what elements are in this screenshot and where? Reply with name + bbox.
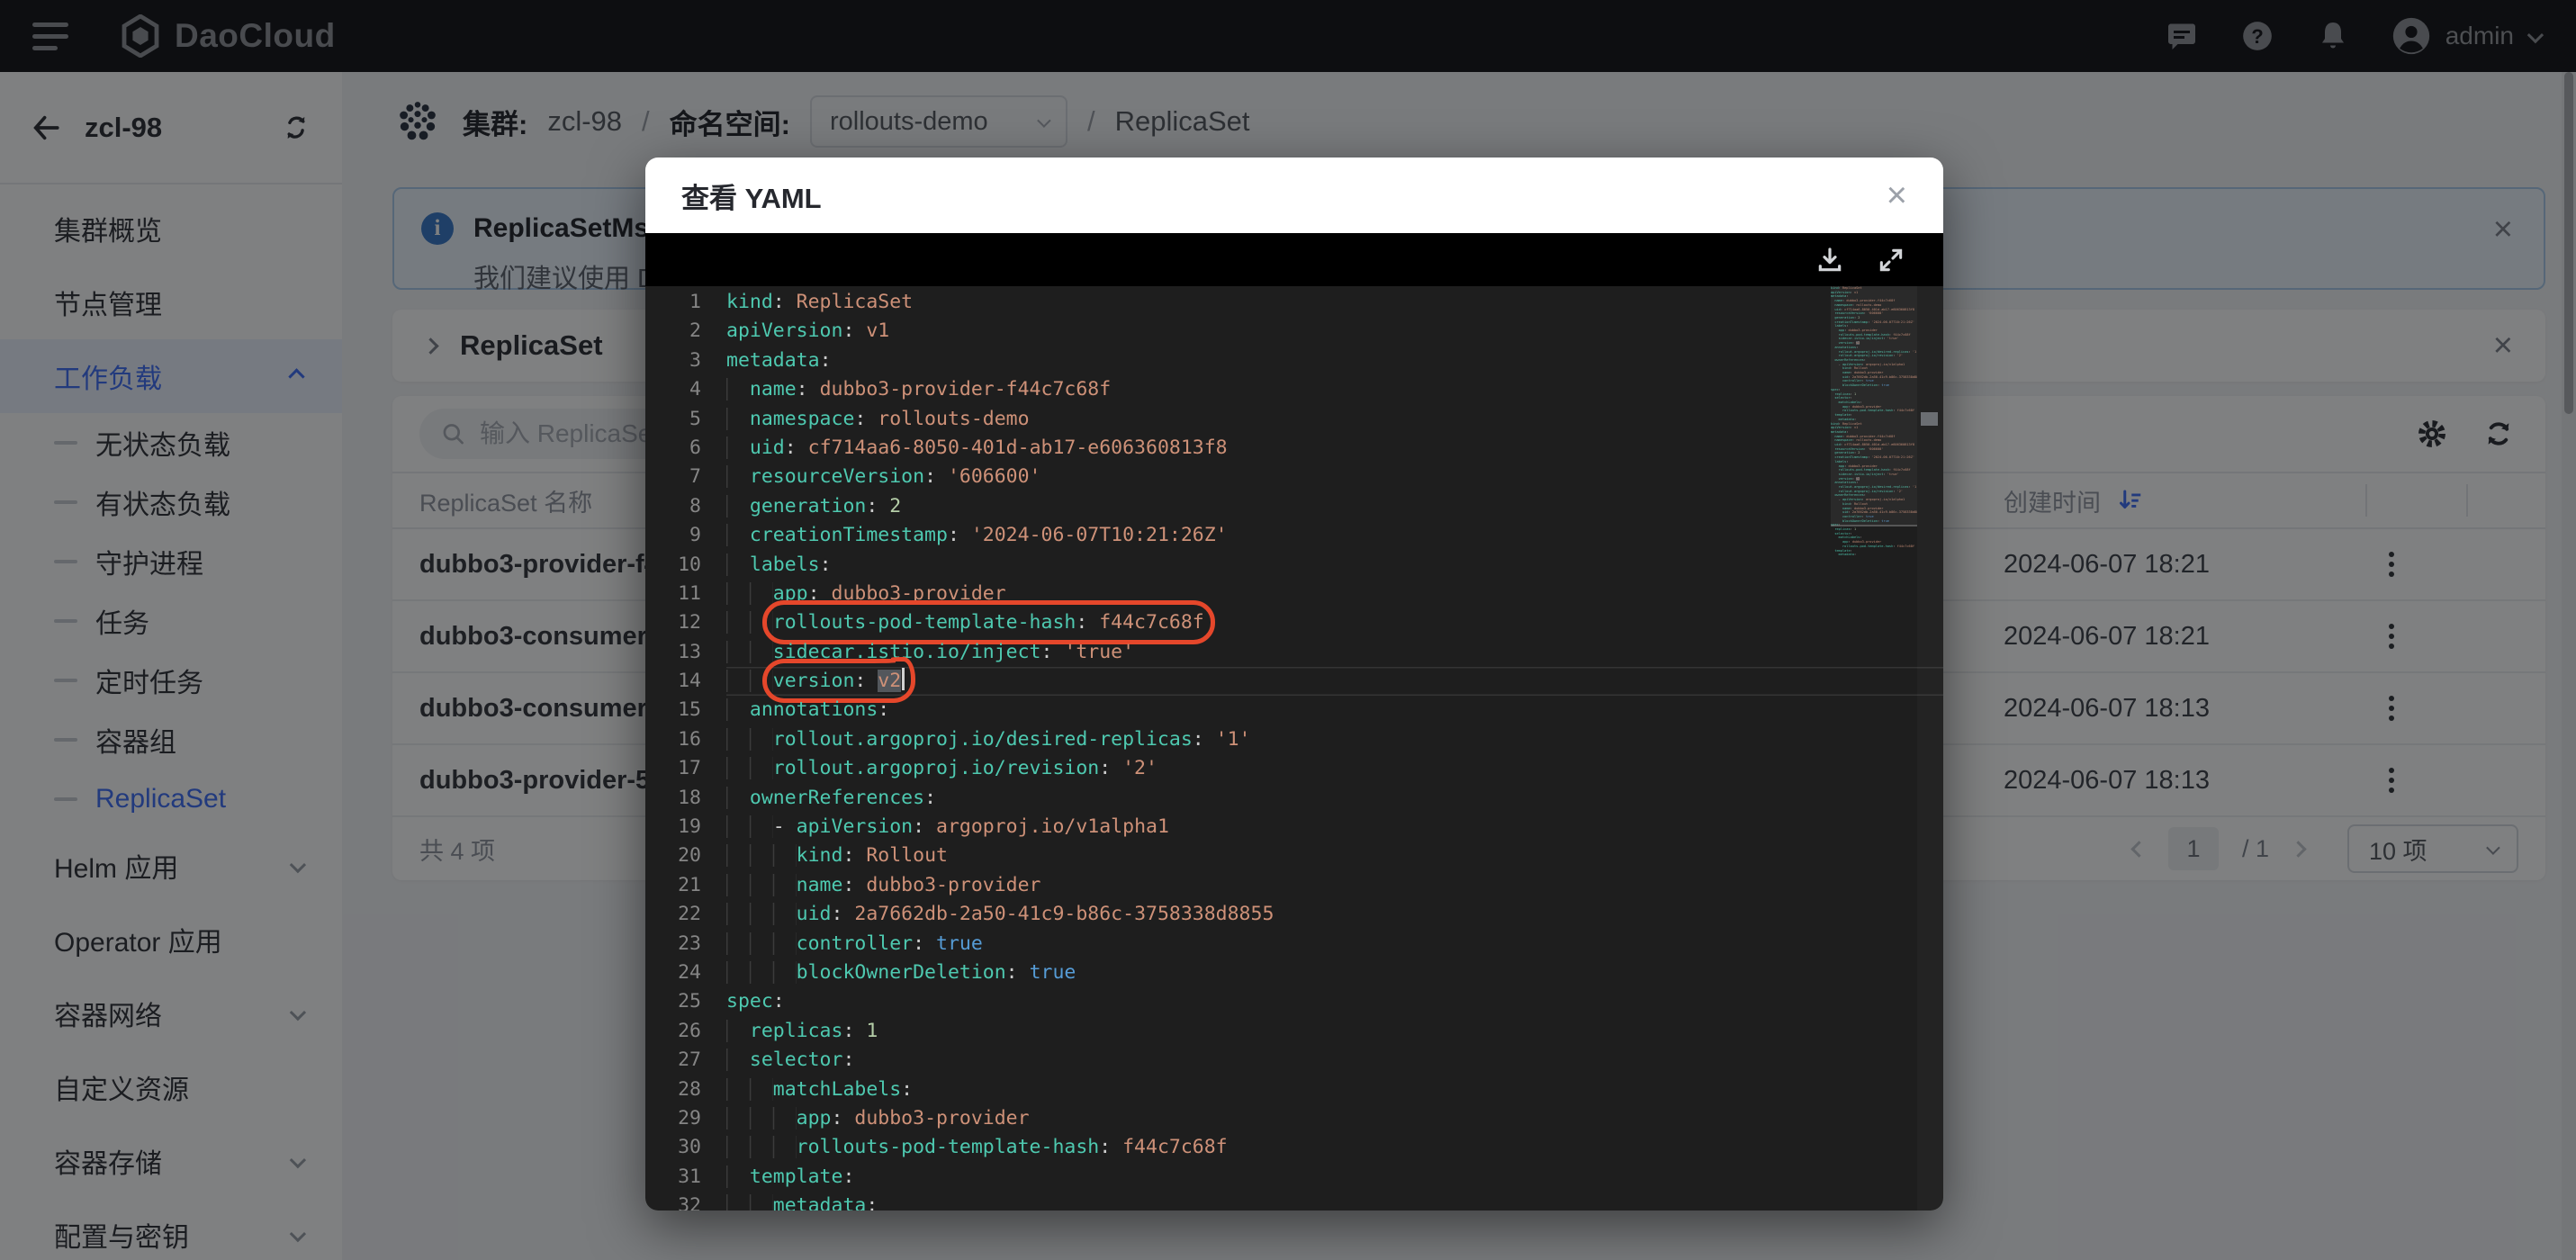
code-line: 17 rollout.argoproj.io/revision: '2' — [645, 754, 1943, 783]
code-line: 14 version: v2 — [645, 659, 1943, 704]
code-line: 24 blockOwnerDeletion: true — [645, 958, 1943, 987]
code-line: 1 kind: ReplicaSet — [645, 288, 1943, 317]
code-line: 23 controller: true — [645, 930, 1943, 958]
line-number: 31 — [678, 1165, 701, 1188]
code-line: 29 app: dubbo3-provider — [645, 1104, 1943, 1133]
code-line: 32 metadata: — [645, 1192, 1943, 1210]
line-number: 13 — [678, 640, 701, 663]
code-line: 20 kind: Rollout — [645, 842, 1943, 870]
line-number: 8 — [689, 494, 701, 518]
line-number: 29 — [678, 1106, 701, 1130]
line-number: 2 — [689, 320, 701, 343]
line-number: 32 — [678, 1194, 701, 1210]
line-number: 9 — [689, 524, 701, 547]
line-number: 12 — [678, 611, 701, 634]
code-line: 27 selector: — [645, 1046, 1943, 1075]
line-number: 11 — [678, 581, 701, 605]
code-line: 30 rollouts-pod-template-hash: f44c7c68f — [645, 1133, 1943, 1162]
line-number: 14 — [678, 670, 701, 693]
app-root: DaoCloud ? admin zcl-98 集群 — [0, 0, 2576, 1260]
line-number: 27 — [678, 1048, 701, 1072]
code-line: 5 namespace: rollouts-demo — [645, 405, 1943, 434]
line-number: 21 — [678, 873, 701, 896]
code-line: 2 apiVersion: v1 — [645, 317, 1943, 346]
line-number: 24 — [678, 960, 701, 984]
annotation-box: rollouts-pod-template-hash: f44c7c68f — [761, 600, 1215, 645]
code-line: 28 matchLabels: — [645, 1076, 1943, 1104]
line-number: 25 — [678, 990, 701, 1013]
line-number: 19 — [678, 815, 701, 839]
modal-title: 查看 YAML — [681, 182, 822, 214]
code-line: 7 resourceVersion: '606600' — [645, 463, 1943, 491]
line-number: 17 — [678, 757, 701, 780]
minimap-slider[interactable] — [1831, 286, 1917, 526]
download-icon[interactable] — [1812, 242, 1848, 278]
line-number: 28 — [678, 1077, 701, 1101]
code-line: 21 name: dubbo3-provider — [645, 871, 1943, 900]
fullscreen-icon[interactable] — [1873, 242, 1909, 278]
code-line: 8 generation: 2 — [645, 492, 1943, 521]
code-line: 9 creationTimestamp: '2024-06-07T10:21:2… — [645, 521, 1943, 550]
line-number: 1 — [689, 291, 701, 313]
line-number: 7 — [689, 465, 701, 489]
yaml-editor[interactable]: 1 kind: ReplicaSet 2 apiVersion: v1 3 metadat… — [645, 286, 1943, 1210]
text-cursor — [902, 668, 905, 691]
line-number: 3 — [689, 348, 701, 372]
yaml-modal: 查看 YAML × 1 kind: ReplicaSet 2 apiVersion: … — [645, 158, 1943, 1210]
code-line: 10 labels: — [645, 551, 1943, 580]
code-line: 31 template: — [645, 1163, 1943, 1192]
code-line: 19 - apiVersion: argoproj.io/v1alpha1 — [645, 813, 1943, 842]
code-line: 12 rollouts-pod-template-hash: f44c7c68f — [645, 600, 1943, 645]
editor-scrollbar[interactable] — [1917, 286, 1943, 1210]
code-line: 18 ownerReferences: — [645, 784, 1943, 813]
modal-close-icon[interactable]: × — [1887, 177, 1907, 213]
line-number: 4 — [689, 378, 701, 401]
code-line: 15 annotations: — [645, 696, 1943, 724]
code-line: 25 spec: — [645, 987, 1943, 1016]
line-number: 5 — [689, 407, 701, 430]
editor-toolbar — [645, 233, 1943, 286]
code-line: 6 uid: cf714aa6-8050-401d-ab17-e60636081… — [645, 434, 1943, 463]
line-number: 15 — [678, 698, 701, 722]
code-lines: 1 kind: ReplicaSet 2 apiVersion: v1 3 metadat… — [645, 288, 1943, 1210]
line-number: 18 — [678, 786, 701, 809]
line-number: 23 — [678, 932, 701, 955]
modal-header: 查看 YAML × — [645, 158, 1943, 233]
line-number: 22 — [678, 903, 701, 926]
line-number: 16 — [678, 727, 701, 751]
code-line: 11 app: dubbo3-provider — [645, 580, 1943, 608]
annotation-box: version: v2 — [761, 659, 916, 704]
line-number: 6 — [689, 436, 701, 459]
code-line: 4 name: dubbo3-provider-f44c7c68f — [645, 375, 1943, 404]
code-line: 22 uid: 2a7662db-2a50-41c9-b86c-3758338d… — [645, 900, 1943, 929]
line-number: 10 — [678, 553, 701, 576]
code-line: 26 replicas: 1 — [645, 1017, 1943, 1046]
code-line: 16 rollout.argoproj.io/desired-replicas:… — [645, 725, 1943, 754]
code-line: 13 sidecar.istio.io/inject: 'true' — [645, 638, 1943, 667]
line-number: 20 — [678, 844, 701, 868]
line-number: 30 — [678, 1136, 701, 1159]
line-number: 26 — [678, 1019, 701, 1042]
code-line: 3 metadata: — [645, 346, 1943, 375]
